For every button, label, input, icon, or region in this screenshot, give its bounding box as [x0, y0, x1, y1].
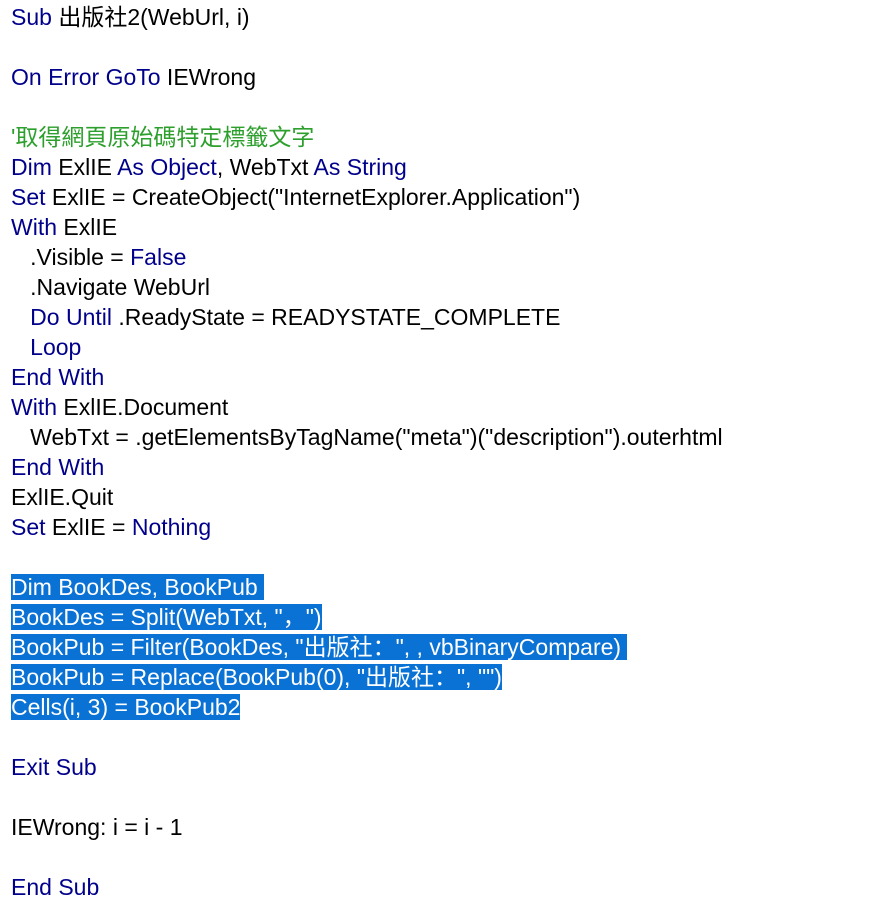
keyword-token: Set — [11, 514, 46, 540]
blank-line[interactable] — [11, 782, 881, 812]
blank-line[interactable] — [11, 842, 881, 872]
keyword-token: Do Until — [30, 304, 112, 330]
keyword-token: Loop — [30, 334, 82, 360]
code-line[interactable]: BookPub = Filter(BookDes, "出版社：", , vbBi… — [11, 632, 881, 662]
keyword-token: Nothing — [131, 514, 212, 540]
keyword-token: Exit Sub — [11, 754, 97, 780]
code-token: BookPub = Replace(BookPub(0), "出版社：", ""… — [11, 664, 502, 690]
keyword-token: Set — [11, 184, 46, 210]
keyword-token: On Error GoTo — [11, 64, 161, 90]
blank-line[interactable] — [11, 92, 881, 122]
selected-text[interactable]: Dim BookDes, BookPub — [11, 574, 265, 600]
blank-line[interactable] — [11, 722, 881, 752]
code-token: ExlIE.Document — [57, 394, 229, 420]
code-line[interactable]: IEWrong: i = i - 1 — [11, 812, 881, 842]
keyword-token: With — [11, 214, 57, 240]
code-line[interactable]: End Sub — [11, 872, 881, 902]
code-line[interactable]: BookDes = Split(WebTxt, "，") — [11, 602, 881, 632]
code-token: ExlIE = CreateObject("InternetExplorer.A… — [45, 184, 581, 210]
code-line[interactable]: Do Until .ReadyState = READYSTATE_COMPLE… — [11, 302, 881, 332]
code-token: BookPub = Filter(BookDes, "出版社：", , vbBi… — [11, 634, 628, 660]
keyword-token: False — [130, 244, 187, 270]
blank-line[interactable] — [11, 542, 881, 572]
code-line[interactable]: .Navigate WebUrl — [11, 272, 881, 302]
code-token: Dim BookDes, BookPub — [11, 574, 265, 600]
code-line[interactable]: Dim BookDes, BookPub — [11, 572, 881, 602]
code-line[interactable]: End With — [11, 452, 881, 482]
code-line[interactable]: Cells(i, 3) = BookPub2 — [11, 692, 881, 722]
comment-token: '取得網頁原始碼特定標籤文字 — [11, 124, 315, 150]
code-token: ExlIE = — [45, 514, 132, 540]
code-line[interactable]: Sub 出版社2(WebUrl, i) — [11, 2, 881, 32]
code-line[interactable]: Set ExlIE = Nothing — [11, 512, 881, 542]
code-line[interactable]: Set ExlIE = CreateObject("InternetExplor… — [11, 182, 881, 212]
code-token: .Navigate WebUrl — [11, 274, 210, 300]
code-token: ExlIE — [51, 154, 118, 180]
code-line[interactable]: WebTxt = .getElementsByTagName("meta")("… — [11, 422, 881, 452]
keyword-token: End With — [11, 364, 105, 390]
code-token: 出版社2(WebUrl, i) — [51, 4, 250, 30]
code-token: IEWrong: i = i - 1 — [11, 814, 183, 840]
selected-text[interactable]: Cells(i, 3) = BookPub2 — [11, 694, 241, 720]
keyword-token: End Sub — [11, 874, 100, 900]
code-line[interactable]: With ExlIE.Document — [11, 392, 881, 422]
keyword-token: Sub — [11, 4, 52, 30]
code-line[interactable]: BookPub = Replace(BookPub(0), "出版社：", ""… — [11, 662, 881, 692]
blank-line[interactable] — [11, 32, 881, 62]
selected-text[interactable]: BookPub = Replace(BookPub(0), "出版社：", ""… — [11, 664, 502, 690]
keyword-token: Dim — [11, 154, 52, 180]
code-line[interactable]: With ExlIE — [11, 212, 881, 242]
code-token: .Visible = — [11, 244, 131, 270]
code-line[interactable]: End With — [11, 362, 881, 392]
selected-text[interactable]: BookPub = Filter(BookDes, "出版社：", , vbBi… — [11, 634, 628, 660]
code-line[interactable]: Exit Sub — [11, 752, 881, 782]
code-line[interactable]: Loop — [11, 332, 881, 362]
code-token: BookDes = Split(WebTxt, "，") — [11, 604, 322, 630]
code-token: ExlIE — [57, 214, 118, 240]
keyword-token: End With — [11, 454, 105, 480]
keyword-token: As String — [313, 154, 407, 180]
code-line[interactable]: '取得網頁原始碼特定標籤文字 — [11, 122, 881, 152]
code-token: ExlIE.Quit — [11, 484, 114, 510]
selected-text[interactable]: BookDes = Split(WebTxt, "，") — [11, 604, 322, 630]
code-line[interactable]: .Visible = False — [11, 242, 881, 272]
code-editor[interactable]: Sub 出版社2(WebUrl, i) On Error GoTo IEWrong… — [11, 2, 881, 902]
code-line[interactable]: Dim ExlIE As Object, WebTxt As String — [11, 152, 881, 182]
code-line[interactable]: ExlIE.Quit — [11, 482, 881, 512]
keyword-token: With — [11, 394, 57, 420]
code-token: Cells(i, 3) = BookPub2 — [11, 694, 241, 720]
code-token: , WebTxt — [216, 154, 314, 180]
code-token: .ReadyState = READYSTATE_COMPLETE — [111, 304, 561, 330]
code-token: IEWrong — [160, 64, 256, 90]
code-line[interactable]: On Error GoTo IEWrong — [11, 62, 881, 92]
keyword-token: As Object — [117, 154, 217, 180]
code-token: WebTxt = .getElementsByTagName("meta")("… — [11, 424, 723, 450]
